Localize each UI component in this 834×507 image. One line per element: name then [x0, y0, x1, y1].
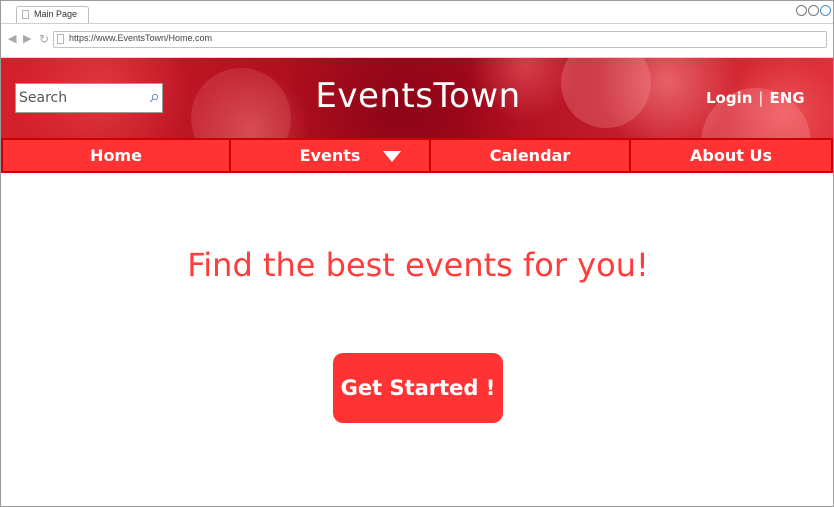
forward-arrow-icon[interactable]: ▶ — [23, 33, 31, 45]
nav-item-label: Events — [299, 146, 361, 165]
tab-title: Main Page — [34, 9, 78, 19]
close-icon[interactable] — [820, 5, 831, 16]
site-header: EventsTown Login|ENG — [1, 58, 833, 138]
nav-item-label: Calendar — [489, 146, 571, 165]
nav-item-calendar[interactable]: Calendar — [429, 140, 629, 171]
nav-item-label: Home — [90, 146, 142, 165]
window-controls — [796, 5, 831, 16]
page-icon — [57, 34, 64, 44]
get-started-button[interactable]: Get Started ! — [333, 353, 503, 423]
back-arrow-icon[interactable]: ◀ — [8, 33, 16, 45]
browser-tab-bar: Main Page — [1, 1, 833, 24]
main-nav: Home Events Calendar About Us — [1, 138, 833, 173]
browser-window: Main Page ◀ ▶ ↻ https://www.EventsTown/H… — [0, 0, 834, 507]
browser-tab[interactable]: Main Page — [16, 6, 89, 23]
address-bar: ◀ ▶ ↻ https://www.EventsTown/Home.com — [1, 24, 833, 58]
login-link[interactable]: Login — [706, 89, 752, 107]
url-field[interactable]: https://www.EventsTown/Home.com — [53, 31, 827, 48]
nav-item-about-us[interactable]: About Us — [629, 140, 831, 171]
chevron-down-icon — [383, 151, 401, 162]
nav-item-events[interactable]: Events — [229, 140, 429, 171]
language-selector[interactable]: ENG — [769, 89, 804, 107]
page-icon — [22, 10, 29, 19]
auth-separator: | — [758, 89, 764, 107]
reload-icon[interactable]: ↻ — [39, 33, 49, 45]
maximize-icon[interactable] — [808, 5, 819, 16]
hero-headline: Find the best events for you! — [187, 246, 649, 284]
minimize-icon[interactable] — [796, 5, 807, 16]
auth-links: Login | ENG — [706, 89, 805, 107]
nav-item-home[interactable]: Home — [3, 140, 229, 171]
nav-item-label: About Us — [690, 146, 772, 165]
url-text: https://www.EventsTown/Home.com — [69, 33, 213, 43]
